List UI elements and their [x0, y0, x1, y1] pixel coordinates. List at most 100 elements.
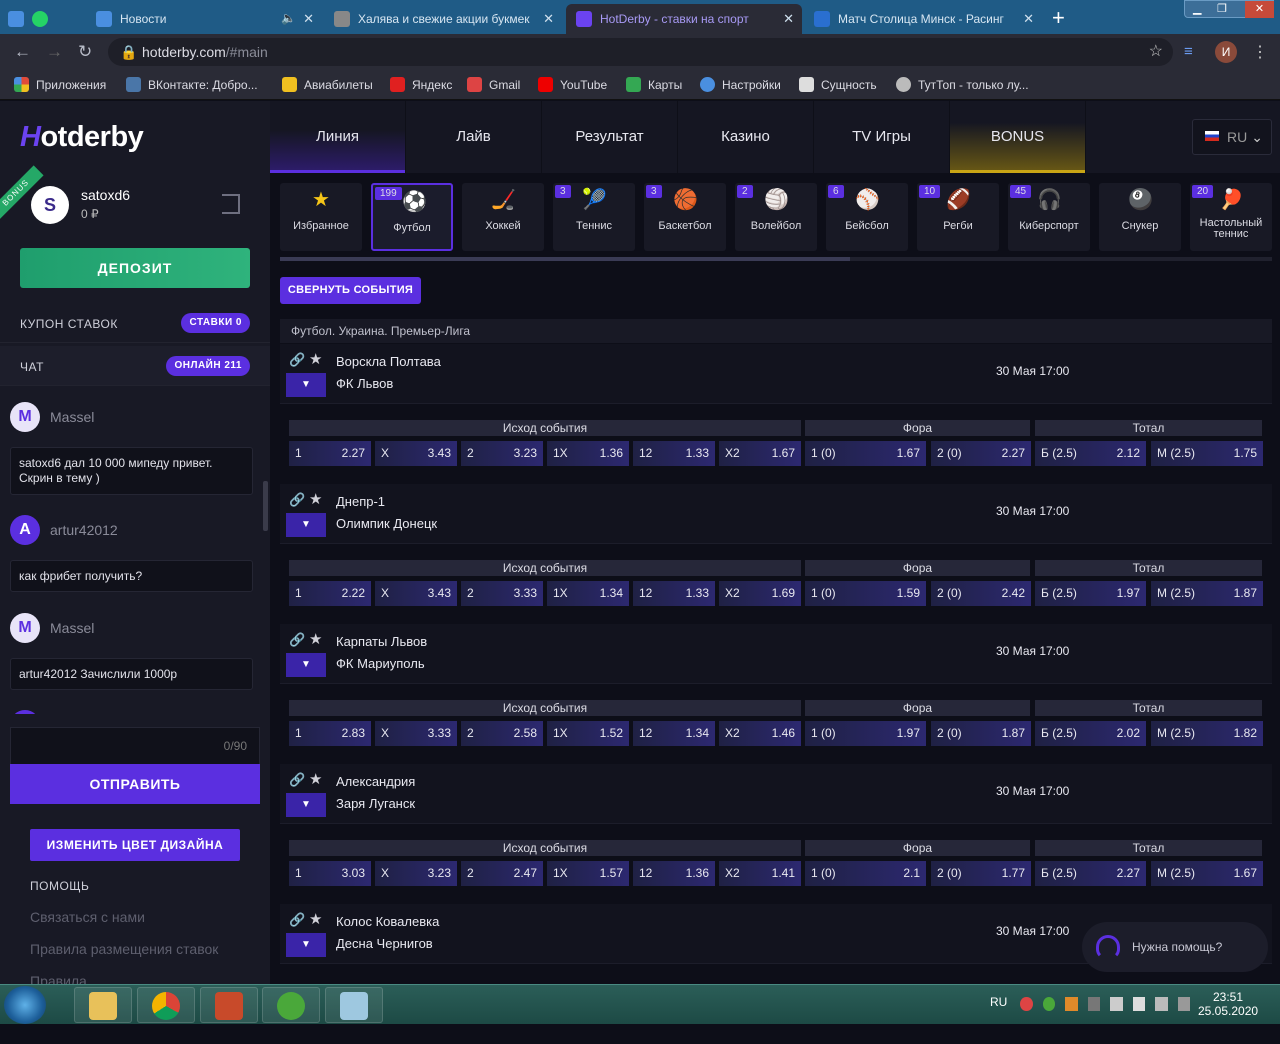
bookmark-vk[interactable]: ВКонтакте: Добро... [126, 77, 258, 92]
tab-bonus[interactable]: BONUS [950, 101, 1086, 173]
sport-item[interactable]: 6 ⚾ Бейсбол [826, 183, 908, 251]
tab-tv-games[interactable]: TV Игры [814, 101, 950, 173]
odds-button[interactable]: X 3.23 [375, 861, 457, 886]
taskbar-explorer[interactable] [74, 987, 132, 1023]
chat-row[interactable]: ЧАТ ОНЛАЙН 211 [0, 346, 270, 386]
change-design-color-button[interactable]: ИЗМЕНИТЬ ЦВЕТ ДИЗАЙНА [30, 829, 240, 861]
url-field[interactable]: 🔒 hotderby.com/#main ☆ [108, 38, 1173, 66]
favorite-star-icon[interactable]: ★ [309, 630, 322, 648]
maximize-icon[interactable]: ❐ [1217, 2, 1227, 15]
collapse-events-button[interactable]: СВЕРНУТЬ СОБЫТИЯ [280, 277, 421, 304]
odds-button[interactable]: 2 2.58 [461, 721, 543, 746]
keyboard-language[interactable]: RU [990, 995, 1007, 1009]
back-icon[interactable]: ← [14, 42, 31, 62]
favorite-star-icon[interactable]: ★ [309, 350, 322, 368]
sport-item[interactable]: 199 ⚽ Футбол [371, 183, 453, 251]
odds-button[interactable]: М (2.5) 1.87 [1151, 581, 1263, 606]
bookmark-apps[interactable]: Приложения [14, 77, 106, 92]
betting-rules-link[interactable]: Правила размещения ставок [30, 941, 218, 957]
start-button[interactable] [4, 986, 46, 1024]
odds-button[interactable]: 2 (0) 2.27 [931, 441, 1031, 466]
bookmark-settings[interactable]: Настройки [700, 77, 781, 92]
sport-item[interactable]: 10 🏈 Регби [917, 183, 999, 251]
playlist-icon[interactable]: ≡ [1184, 43, 1193, 60]
tab-line[interactable]: Линия [270, 101, 406, 173]
sport-item[interactable]: 20 🏓 Настольный теннис [1190, 183, 1272, 251]
favorite-star-icon[interactable]: ★ [309, 910, 322, 928]
expand-chevron-icon[interactable]: ▼ [286, 933, 326, 957]
odds-button[interactable]: Б (2.5) 1.97 [1035, 581, 1146, 606]
clock[interactable]: 23:51 25.05.2020 [1198, 990, 1258, 1018]
bookmark-star-icon[interactable]: ☆ [1149, 38, 1163, 66]
tab-news[interactable]: Новости 🔈 ✕ [90, 4, 322, 34]
sport-item[interactable]: 3 🏀 Баскетбол [644, 183, 726, 251]
tray-volume-icon[interactable] [1110, 997, 1123, 1011]
chat-scrollbar[interactable] [263, 481, 268, 531]
expand-chevron-icon[interactable]: ▼ [286, 513, 326, 537]
coupon-row[interactable]: КУПОН СТАВОК СТАВКИ 0 [0, 303, 270, 343]
hotderby-logo[interactable]: Hotderby [20, 121, 144, 154]
odds-button[interactable]: 1 2.83 [289, 721, 371, 746]
link-icon[interactable]: 🔗 [289, 632, 305, 647]
taskbar-utorrent[interactable] [262, 987, 320, 1023]
contact-link[interactable]: Связаться с нами [30, 909, 145, 925]
odds-button[interactable]: М (2.5) 1.67 [1151, 861, 1263, 886]
logout-icon[interactable] [222, 194, 240, 214]
odds-button[interactable]: 1X 1.36 [547, 441, 629, 466]
close-window-icon[interactable]: ✕ [1245, 1, 1274, 18]
odds-button[interactable]: X 3.33 [375, 721, 457, 746]
bookmark-gmail[interactable]: Gmail [467, 77, 520, 92]
tab-hotderby[interactable]: HotDerby - ставки на спорт ✕ [566, 4, 802, 34]
match-header[interactable]: 🔗 ★ Днепр-1 Олимпик Донецк ▼ 30 Мая 17:00 [280, 484, 1272, 544]
sport-item[interactable]: 2 🏐 Волейбол [735, 183, 817, 251]
expand-chevron-icon[interactable]: ▼ [286, 653, 326, 677]
odds-button[interactable]: Б (2.5) 2.27 [1035, 861, 1146, 886]
tray-icon-8[interactable] [1177, 997, 1190, 1011]
deposit-button[interactable]: ДЕПОЗИТ [20, 248, 250, 288]
odds-button[interactable]: 2 3.33 [461, 581, 543, 606]
bookmark-maps[interactable]: Карты [626, 77, 682, 92]
reload-icon[interactable]: ↻ [78, 42, 92, 62]
sports-scrollbar[interactable] [280, 257, 1272, 261]
odds-button[interactable]: X2 1.69 [719, 581, 801, 606]
profile-avatar[interactable]: И [1215, 41, 1237, 63]
taskbar-sound[interactable] [200, 987, 258, 1023]
mute-icon[interactable]: 🔈 [281, 11, 296, 25]
tray-icon-4[interactable] [1087, 997, 1100, 1011]
link-icon[interactable]: 🔗 [289, 912, 305, 927]
odds-button[interactable]: 12 1.36 [633, 861, 715, 886]
bookmark-entity[interactable]: Сущность [799, 77, 877, 92]
forward-icon[interactable]: → [46, 42, 63, 62]
match-header[interactable]: 🔗 ★ Ворскла Полтава ФК Львов ▼ 30 Мая 17:00 [280, 344, 1272, 404]
odds-button[interactable]: 2 3.23 [461, 441, 543, 466]
sport-item[interactable]: 🎱 Снукер [1099, 183, 1181, 251]
odds-button[interactable]: 2 (0) 2.42 [931, 581, 1031, 606]
bookmark-flights[interactable]: Авиабилеты [282, 77, 373, 92]
sport-item[interactable]: ★ Избранное [280, 183, 362, 251]
favorite-star-icon[interactable]: ★ [309, 490, 322, 508]
help-widget[interactable]: Нужна помощь? [1082, 922, 1268, 972]
tray-icon-3[interactable] [1065, 997, 1078, 1011]
close-tab-icon[interactable]: ✕ [543, 11, 554, 27]
odds-button[interactable]: 1X 1.52 [547, 721, 629, 746]
link-icon[interactable]: 🔗 [289, 772, 305, 787]
close-tab-icon[interactable]: ✕ [783, 11, 794, 27]
odds-button[interactable]: 1 (0) 1.97 [805, 721, 926, 746]
odds-button[interactable]: 12 1.34 [633, 721, 715, 746]
link-icon[interactable]: 🔗 [289, 492, 305, 507]
sport-item[interactable]: 🏒 Хоккей [462, 183, 544, 251]
menu-icon[interactable]: ⋮ [1252, 42, 1268, 62]
new-tab-icon[interactable]: + [1052, 5, 1065, 31]
odds-button[interactable]: М (2.5) 1.82 [1151, 721, 1263, 746]
tab-results[interactable]: Результат [542, 101, 678, 173]
tray-icon-1[interactable] [1020, 997, 1033, 1011]
odds-button[interactable]: М (2.5) 1.75 [1151, 441, 1263, 466]
odds-button[interactable]: X2 1.41 [719, 861, 801, 886]
rules-link[interactable]: Правила [30, 973, 87, 984]
close-tab-icon[interactable]: ✕ [303, 11, 314, 27]
bookmark-yandex[interactable]: Яндекс [390, 77, 452, 92]
tray-icon-2[interactable] [1042, 997, 1055, 1011]
tab-match[interactable]: Матч Столица Минск - Расинг ✕ [806, 4, 1042, 34]
expand-chevron-icon[interactable]: ▼ [286, 373, 326, 397]
odds-button[interactable]: 1 3.03 [289, 861, 371, 886]
